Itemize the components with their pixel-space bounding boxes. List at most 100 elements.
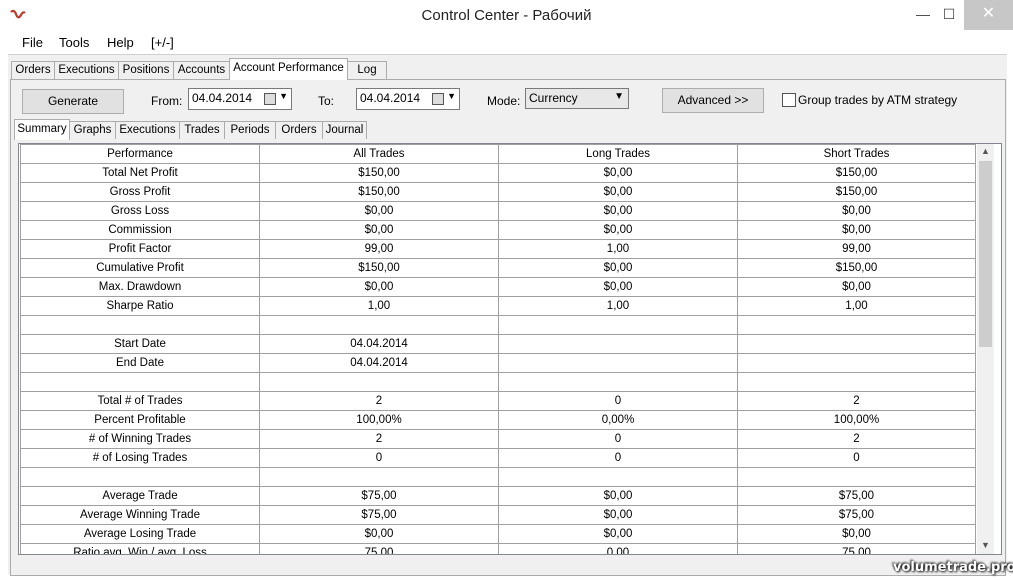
- chevron-down-icon[interactable]: ▼: [447, 91, 456, 101]
- metric-value: [498, 353, 738, 373]
- metric-label: Gross Loss: [20, 201, 260, 221]
- metric-label: Average Losing Trade: [20, 524, 260, 544]
- metric-value: $150,00: [737, 258, 976, 278]
- menu-tools[interactable]: Tools: [59, 35, 89, 50]
- table-row[interactable]: [20, 315, 976, 335]
- tab-orders[interactable]: Orders: [11, 61, 55, 79]
- from-date-picker[interactable]: 04.04.2014 ▼: [188, 88, 292, 110]
- generate-button[interactable]: Generate: [22, 89, 124, 114]
- metric-value: $0,00: [498, 201, 738, 221]
- summary-table: Performance All Trades Long Trades Short…: [20, 144, 976, 554]
- table-row[interactable]: Percent Profitable 100,00% 0,00% 100,00%: [20, 410, 976, 430]
- metric-label: Total # of Trades: [20, 391, 260, 411]
- metric-label: Cumulative Profit: [20, 258, 260, 278]
- calendar-icon[interactable]: [432, 93, 444, 105]
- metric-value: [737, 467, 976, 487]
- table-row[interactable]: [20, 467, 976, 487]
- to-label: To:: [318, 94, 335, 108]
- tab-accounts[interactable]: Accounts: [173, 61, 230, 79]
- vertical-scrollbar[interactable]: ▲ ▼: [977, 144, 994, 554]
- metric-label: Average Winning Trade: [20, 505, 260, 525]
- metric-value: [259, 372, 499, 392]
- scroll-down-icon[interactable]: ▼: [981, 540, 990, 550]
- table-row[interactable]: Ratio avg. Win / avg. Loss 75,00 0,00 75,00: [20, 543, 976, 554]
- metric-value: [498, 315, 738, 335]
- metric-value: [737, 353, 976, 373]
- metric-value: 1,00: [737, 296, 976, 316]
- mode-value: Currency: [529, 91, 578, 105]
- table-row[interactable]: End Date 04.04.2014: [20, 353, 976, 373]
- table-row[interactable]: Sharpe Ratio 1,00 1,00 1,00: [20, 296, 976, 316]
- metric-label: Percent Profitable: [20, 410, 260, 430]
- column-header: All Trades: [259, 144, 499, 164]
- calendar-icon[interactable]: [264, 93, 276, 105]
- metric-value: 99,00: [737, 239, 976, 259]
- tab-journal[interactable]: Journal: [322, 121, 367, 139]
- tab-periods[interactable]: Periods: [224, 121, 276, 139]
- menu-help[interactable]: Help: [107, 35, 134, 50]
- to-date-picker[interactable]: 04.04.2014 ▼: [356, 88, 460, 110]
- metric-value: $0,00: [498, 524, 738, 544]
- mode-select[interactable]: Currency ▼: [525, 88, 629, 109]
- metric-label: Gross Profit: [20, 182, 260, 202]
- metric-value: [259, 467, 499, 487]
- table-row[interactable]: # of Winning Trades 2 0 2: [20, 429, 976, 449]
- metric-value: 99,00: [259, 239, 499, 259]
- maximize-button[interactable]: ☐: [934, 0, 964, 30]
- menu-file[interactable]: File: [22, 35, 43, 50]
- close-button[interactable]: ✕: [964, 0, 1013, 30]
- tab-account-performance[interactable]: Account Performance: [229, 58, 348, 80]
- metric-value: 0,00%: [498, 410, 738, 430]
- metric-value: 04.04.2014: [259, 353, 499, 373]
- table-row[interactable]: Start Date 04.04.2014: [20, 334, 976, 354]
- table-row[interactable]: Average Trade $75,00 $0,00 $75,00: [20, 486, 976, 506]
- tab-trades[interactable]: Trades: [179, 121, 225, 139]
- tab-summary[interactable]: Summary: [14, 119, 70, 140]
- group-trades-checkbox[interactable]: [782, 93, 796, 107]
- advanced-button[interactable]: Advanced >>: [662, 88, 764, 113]
- table-row[interactable]: Gross Profit $150,00 $0,00 $150,00: [20, 182, 976, 202]
- tab-log[interactable]: Log: [347, 61, 387, 79]
- tab-executions[interactable]: Executions: [54, 61, 119, 79]
- tab-orders-sub[interactable]: Orders: [275, 121, 323, 139]
- metric-value: [737, 334, 976, 354]
- table-row[interactable]: Profit Factor 99,00 1,00 99,00: [20, 239, 976, 259]
- metric-value: $150,00: [737, 182, 976, 202]
- table-row[interactable]: Total # of Trades 2 0 2: [20, 391, 976, 411]
- metric-label: # of Winning Trades: [20, 429, 260, 449]
- metric-value: 0,00: [498, 543, 738, 554]
- metric-value: [498, 334, 738, 354]
- table-row[interactable]: Max. Drawdown $0,00 $0,00 $0,00: [20, 277, 976, 297]
- table-row[interactable]: Average Winning Trade $75,00 $0,00 $75,00: [20, 505, 976, 525]
- tab-executions-sub[interactable]: Executions: [115, 121, 180, 139]
- column-header: Long Trades: [498, 144, 738, 164]
- metric-value: $75,00: [737, 486, 976, 506]
- table-row[interactable]: Gross Loss $0,00 $0,00 $0,00: [20, 201, 976, 221]
- tab-positions[interactable]: Positions: [118, 61, 174, 79]
- tab-graphs[interactable]: Graphs: [69, 121, 116, 139]
- metric-value: 0: [498, 391, 738, 411]
- table-row[interactable]: Cumulative Profit $150,00 $0,00 $150,00: [20, 258, 976, 278]
- from-date-value: 04.04.2014: [192, 91, 253, 105]
- menu-expand[interactable]: [+/-]: [151, 35, 174, 50]
- scroll-thumb[interactable]: [979, 161, 992, 347]
- table-row[interactable]: Total Net Profit $150,00 $0,00 $150,00: [20, 163, 976, 183]
- metric-value: 1,00: [498, 239, 738, 259]
- table-row[interactable]: Average Losing Trade $0,00 $0,00 $0,00: [20, 524, 976, 544]
- summary-grid-panel: Performance All Trades Long Trades Short…: [18, 143, 1002, 555]
- chevron-down-icon: ▼: [614, 91, 624, 102]
- metric-value: $75,00: [259, 486, 499, 506]
- table-row[interactable]: [20, 372, 976, 392]
- control-center-panel: Orders Executions Positions Accounts Acc…: [8, 54, 1007, 576]
- scroll-up-icon[interactable]: ▲: [981, 146, 990, 156]
- table-row[interactable]: Commission $0,00 $0,00 $0,00: [20, 220, 976, 240]
- metric-value: $150,00: [737, 163, 976, 183]
- chevron-down-icon[interactable]: ▼: [279, 91, 288, 101]
- metric-label: Commission: [20, 220, 260, 240]
- metric-value: $0,00: [737, 220, 976, 240]
- metric-value: [498, 372, 738, 392]
- metric-value: $0,00: [737, 201, 976, 221]
- table-row[interactable]: # of Losing Trades 0 0 0: [20, 448, 976, 468]
- metric-value: [259, 315, 499, 335]
- metric-value: $75,00: [259, 505, 499, 525]
